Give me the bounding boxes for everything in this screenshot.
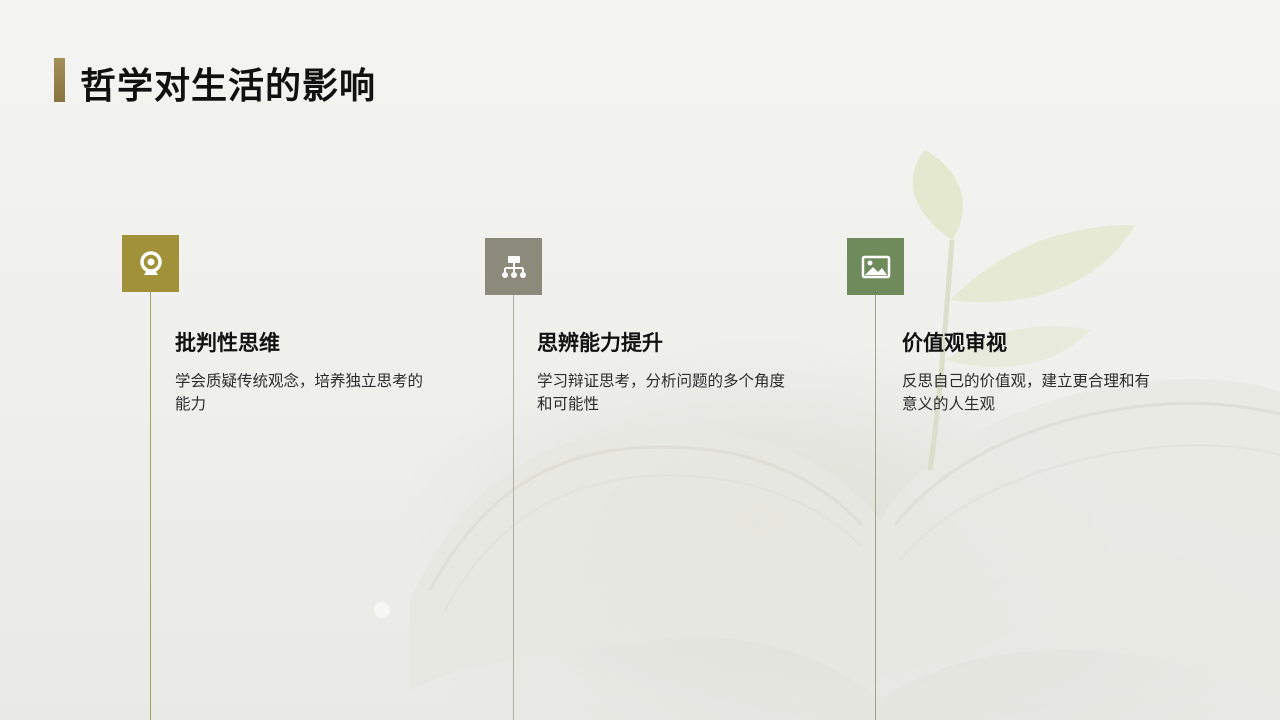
image-icon xyxy=(861,255,890,278)
timeline-line-3 xyxy=(875,292,876,720)
webcam-icon xyxy=(139,250,162,275)
item-icon-box-3 xyxy=(847,238,904,295)
page-title: 哲学对生活的影响 xyxy=(80,66,377,107)
item-title-3: 价值观审视 xyxy=(902,331,1007,355)
timeline-line-2 xyxy=(513,292,514,720)
item-icon-box-1 xyxy=(122,235,179,292)
item-description-3: 反思自己的价值观，建立更合理和有意义的人生观 xyxy=(902,372,1151,413)
item-icon-box-2 xyxy=(485,238,542,295)
timeline-line-1 xyxy=(150,292,151,720)
item-title-1: 批判性思维 xyxy=(175,331,280,355)
item-description-1: 学会质疑传统观念，培养独立思考的能力 xyxy=(175,372,424,413)
hierarchy-icon xyxy=(501,255,526,278)
item-title-2: 思辨能力提升 xyxy=(537,331,663,355)
slide: 哲学对生活的影响 批判性思维 学会质疑传统观念，培养独立思考的能力 思辨能力提升… xyxy=(0,0,1280,720)
item-description-2: 学习辩证思考，分析问题的多个角度和可能性 xyxy=(537,372,786,413)
title-accent-bar xyxy=(54,58,65,102)
